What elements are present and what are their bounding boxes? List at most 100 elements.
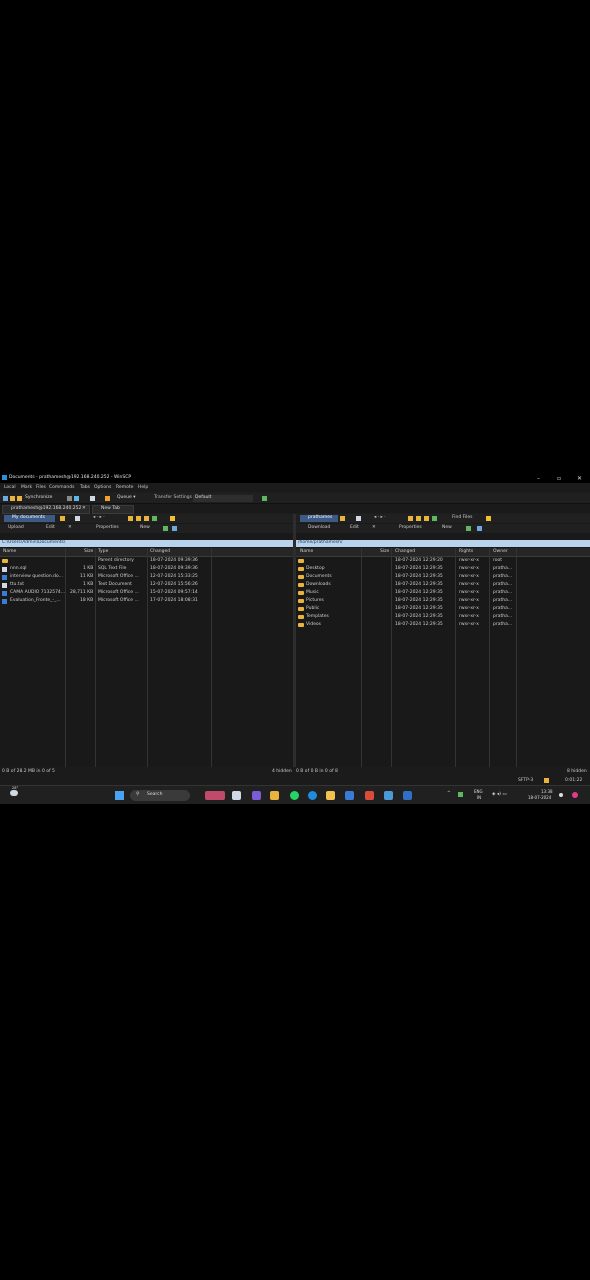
gear-icon[interactable] xyxy=(105,496,110,501)
root-dir-icon[interactable] xyxy=(416,516,421,521)
list-item[interactable]: interview question.do... 11 KB Microsoft… xyxy=(0,573,293,581)
list-item[interactable]: Videos 18-07-2024 12:29:35 rwxr-xr-x pra… xyxy=(296,621,590,629)
chevron-up-icon[interactable]: ^ xyxy=(447,791,451,797)
parent-dir-icon[interactable] xyxy=(128,516,133,521)
remote-path-bar[interactable]: /home/prathamesh/ xyxy=(296,540,590,547)
local-path-bar[interactable]: C:\Users\Admin\Documents\ xyxy=(0,540,293,547)
menu-options[interactable]: Options xyxy=(94,485,111,491)
list-item[interactable]: ttu.txt 1 KB Text Document 12-07-2024 15… xyxy=(0,581,293,589)
compare-icon[interactable] xyxy=(3,496,8,501)
menu-commands[interactable]: Commands xyxy=(49,485,74,491)
synchronize-button[interactable]: Synchronize xyxy=(25,495,52,501)
invert-selection-icon[interactable] xyxy=(172,526,177,531)
list-item[interactable]: Downloads 18-07-2024 12:29:35 rwxr-xr-x … xyxy=(296,581,590,589)
filezilla-icon[interactable] xyxy=(365,791,374,800)
preferences-icon[interactable] xyxy=(90,496,95,501)
edit-button[interactable]: Edit xyxy=(350,525,359,531)
tab-session[interactable]: prathamesh@192.168.240.252 ✕ xyxy=(2,505,90,514)
search-highlight-icon[interactable] xyxy=(205,791,225,800)
teams-icon[interactable] xyxy=(252,791,261,800)
vscode-icon[interactable] xyxy=(345,791,354,800)
select-all-icon[interactable] xyxy=(163,526,168,531)
col-changed[interactable]: Changed xyxy=(395,549,415,555)
list-item[interactable]: Parent directory 18-07-2024 09:39:36 xyxy=(0,557,293,565)
list-item[interactable]: Evaluation_Fronte_-_... 18 KB Microsoft … xyxy=(0,597,293,605)
putty-icon[interactable] xyxy=(74,496,79,501)
list-item[interactable]: Desktop 18-07-2024 12:29:35 rwxr-xr-x pr… xyxy=(296,565,590,573)
local-location-select[interactable]: My documents xyxy=(4,515,56,522)
col-changed[interactable]: Changed xyxy=(150,549,170,555)
remote-location-select[interactable]: prathames xyxy=(300,515,339,522)
tray-app-icon[interactable] xyxy=(458,792,463,797)
delete-icon[interactable]: ✕ xyxy=(372,525,376,531)
list-item[interactable]: Documents 18-07-2024 12:29:35 rwxr-xr-x … xyxy=(296,573,590,581)
list-item[interactable]: 18-07-2024 12:29:20 rwxr-xr-x root xyxy=(296,557,590,565)
col-size[interactable]: Size xyxy=(380,549,389,555)
find-icon[interactable] xyxy=(170,516,175,521)
back-forward-icon[interactable]: ◂ · ▸ · xyxy=(374,515,386,521)
taskbar-search[interactable]: ⚲ Search xyxy=(130,790,190,801)
menu-mark[interactable]: Mark xyxy=(21,485,32,491)
invert-selection-icon[interactable] xyxy=(477,526,482,531)
clock-time[interactable]: 13:38 xyxy=(541,790,553,794)
menu-help[interactable]: Help xyxy=(138,485,148,491)
col-name[interactable]: Name xyxy=(3,549,16,555)
menu-files[interactable]: Files xyxy=(36,485,46,491)
list-item[interactable]: Pictures 18-07-2024 12:29:35 rwxr-xr-x p… xyxy=(296,597,590,605)
folder-sync-icon[interactable] xyxy=(10,496,15,501)
properties-button[interactable]: Properties xyxy=(399,525,422,531)
menu-remote[interactable]: Remote xyxy=(116,485,133,491)
parent-dir-icon[interactable] xyxy=(408,516,413,521)
notification-icon[interactable] xyxy=(559,793,563,797)
root-dir-icon[interactable] xyxy=(136,516,141,521)
app-icon[interactable] xyxy=(384,791,393,800)
file-explorer-icon[interactable] xyxy=(270,791,279,800)
transfer-settings-select[interactable]: Default xyxy=(193,495,254,502)
select-all-icon[interactable] xyxy=(466,526,471,531)
calendar-icon[interactable] xyxy=(326,791,335,800)
open-folder-icon[interactable] xyxy=(60,516,65,521)
tab-new[interactable]: New Tab xyxy=(92,505,134,514)
lang-indicator[interactable]: ENG xyxy=(474,790,483,794)
weather-icon[interactable] xyxy=(10,790,18,796)
folder-icon[interactable] xyxy=(17,496,22,501)
edge-icon[interactable] xyxy=(308,791,317,800)
upload-button[interactable]: Upload xyxy=(8,525,24,531)
delete-icon[interactable]: ✕ xyxy=(68,525,72,531)
network-volume-battery-icons[interactable]: ◈ ◂) ▭ xyxy=(492,792,507,798)
refresh-icon[interactable] xyxy=(152,516,157,521)
new-button[interactable]: New xyxy=(442,525,452,531)
menu-tabs[interactable]: Tabs xyxy=(80,485,90,491)
queue-button[interactable]: Queue ▾ xyxy=(117,495,135,501)
back-forward-icon[interactable]: ◂ · ▸ · xyxy=(93,515,105,521)
col-name[interactable]: Name xyxy=(300,549,313,555)
filter-icon[interactable] xyxy=(75,516,80,521)
properties-button[interactable]: Properties xyxy=(96,525,119,531)
find-icon[interactable] xyxy=(486,516,491,521)
list-item[interactable]: Templates 18-07-2024 12:29:35 rwxr-xr-x … xyxy=(296,613,590,621)
list-item[interactable]: Public 18-07-2024 12:29:35 rwxr-xr-x pra… xyxy=(296,605,590,613)
col-owner[interactable]: Owner xyxy=(493,549,508,555)
edit-button[interactable]: Edit xyxy=(46,525,55,531)
menu-local[interactable]: Local xyxy=(4,485,16,491)
whatsapp-icon[interactable] xyxy=(290,791,299,800)
list-item[interactable]: CAMA AUDIO 7132574... 28,711 KB Microsof… xyxy=(0,589,293,597)
open-folder-icon[interactable] xyxy=(340,516,345,521)
list-item[interactable]: Music 18-07-2024 12:29:35 rwxr-xr-x prat… xyxy=(296,589,590,597)
copilot-icon[interactable] xyxy=(572,792,578,798)
close-button[interactable]: ✕ xyxy=(577,475,582,482)
windows-start-icon[interactable] xyxy=(115,791,124,800)
filter-icon[interactable] xyxy=(356,516,361,521)
tab-close-icon[interactable]: ✕ xyxy=(82,506,86,512)
task-view-icon[interactable] xyxy=(232,791,241,800)
col-size[interactable]: Size xyxy=(84,549,93,555)
home-dir-icon[interactable] xyxy=(424,516,429,521)
find-files-button[interactable]: Find Files xyxy=(452,515,473,521)
download-button[interactable]: Download xyxy=(308,525,330,531)
new-button[interactable]: New xyxy=(140,525,150,531)
col-rights[interactable]: Rights xyxy=(459,549,473,555)
minimize-button[interactable]: – xyxy=(537,475,540,482)
refresh-icon[interactable] xyxy=(432,516,437,521)
transfer-profile-icon[interactable] xyxy=(262,496,267,501)
maximize-button[interactable]: ▫ xyxy=(557,475,561,482)
